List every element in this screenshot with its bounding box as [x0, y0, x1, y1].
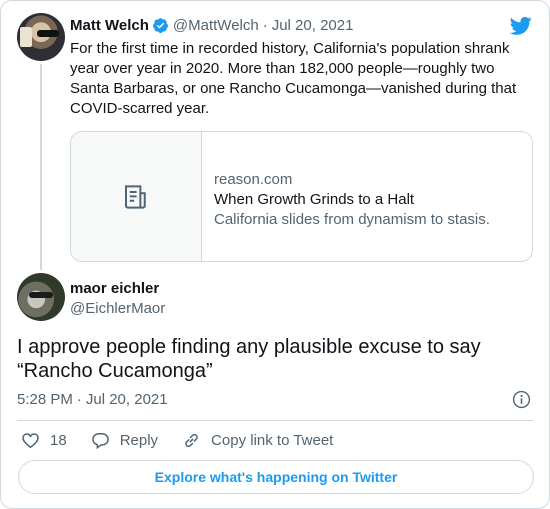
avatar-glasses-detail: [37, 30, 59, 37]
link-preview-card[interactable]: reason.com When Growth Grinds to a Halt …: [70, 131, 533, 262]
reply-tweet-text: I approve people finding any plausible e…: [17, 336, 481, 382]
quoted-tweet-date[interactable]: Jul 20, 2021: [272, 17, 354, 34]
explore-twitter-button[interactable]: Explore what's happening on Twitter: [18, 460, 534, 494]
copy-link-button[interactable]: Copy link to Tweet: [182, 431, 333, 450]
reply-author-name[interactable]: maor eichler: [70, 280, 159, 297]
link-domain: reason.com: [214, 171, 293, 188]
like-count: 18: [50, 432, 67, 449]
timestamp-separator: ·: [76, 391, 82, 408]
twitter-bird-icon[interactable]: [510, 16, 532, 36]
link-thumbnail: [71, 132, 202, 261]
avatar-sign-detail: [20, 27, 32, 47]
quoted-author-handle[interactable]: @MattWelch: [173, 17, 259, 34]
header-separator: ·: [262, 17, 268, 34]
verified-badge-icon: [152, 18, 168, 33]
heart-icon: [22, 433, 39, 449]
quoted-tweet-header: Matt Welch @MattWelch · Jul 20, 2021: [70, 17, 353, 34]
link-meta: reason.com When Growth Grinds to a Halt …: [214, 170, 490, 230]
reply-timestamp[interactable]: 5:28 PM · Jul 20, 2021: [17, 391, 168, 408]
reply-button[interactable]: Reply: [91, 431, 158, 450]
reply-label: Reply: [119, 432, 159, 449]
reply-date[interactable]: Jul 20, 2021: [86, 391, 168, 408]
reply-author-handle[interactable]: @EichlerMaor: [70, 300, 165, 317]
quoted-author-name[interactable]: Matt Welch: [70, 17, 149, 34]
matt-welch-avatar[interactable]: [17, 13, 65, 61]
avatar-sunglasses-detail: [29, 292, 53, 298]
info-icon[interactable]: [512, 390, 531, 409]
action-divider: [17, 420, 533, 421]
copy-link-label: Copy link to Tweet: [211, 432, 334, 449]
link-title: When Growth Grinds to a Halt: [214, 191, 415, 208]
thread-line: [40, 64, 42, 270]
reply-bubble-icon: [91, 433, 109, 450]
maor-eichler-avatar[interactable]: [17, 273, 65, 321]
link-description: California slides from dynamism to stasi…: [214, 211, 490, 228]
article-icon: [125, 184, 146, 209]
reply-time[interactable]: 5:28 PM: [17, 391, 73, 408]
tweet-actions: 18 Reply Copy link to Tweet: [21, 431, 357, 450]
link-icon: [185, 433, 198, 448]
like-button[interactable]: 18: [21, 431, 67, 450]
embedded-tweet-card: Matt Welch @MattWelch · Jul 20, 2021 For…: [0, 0, 550, 509]
quoted-tweet-text: For the first time in recorded history, …: [70, 40, 517, 117]
